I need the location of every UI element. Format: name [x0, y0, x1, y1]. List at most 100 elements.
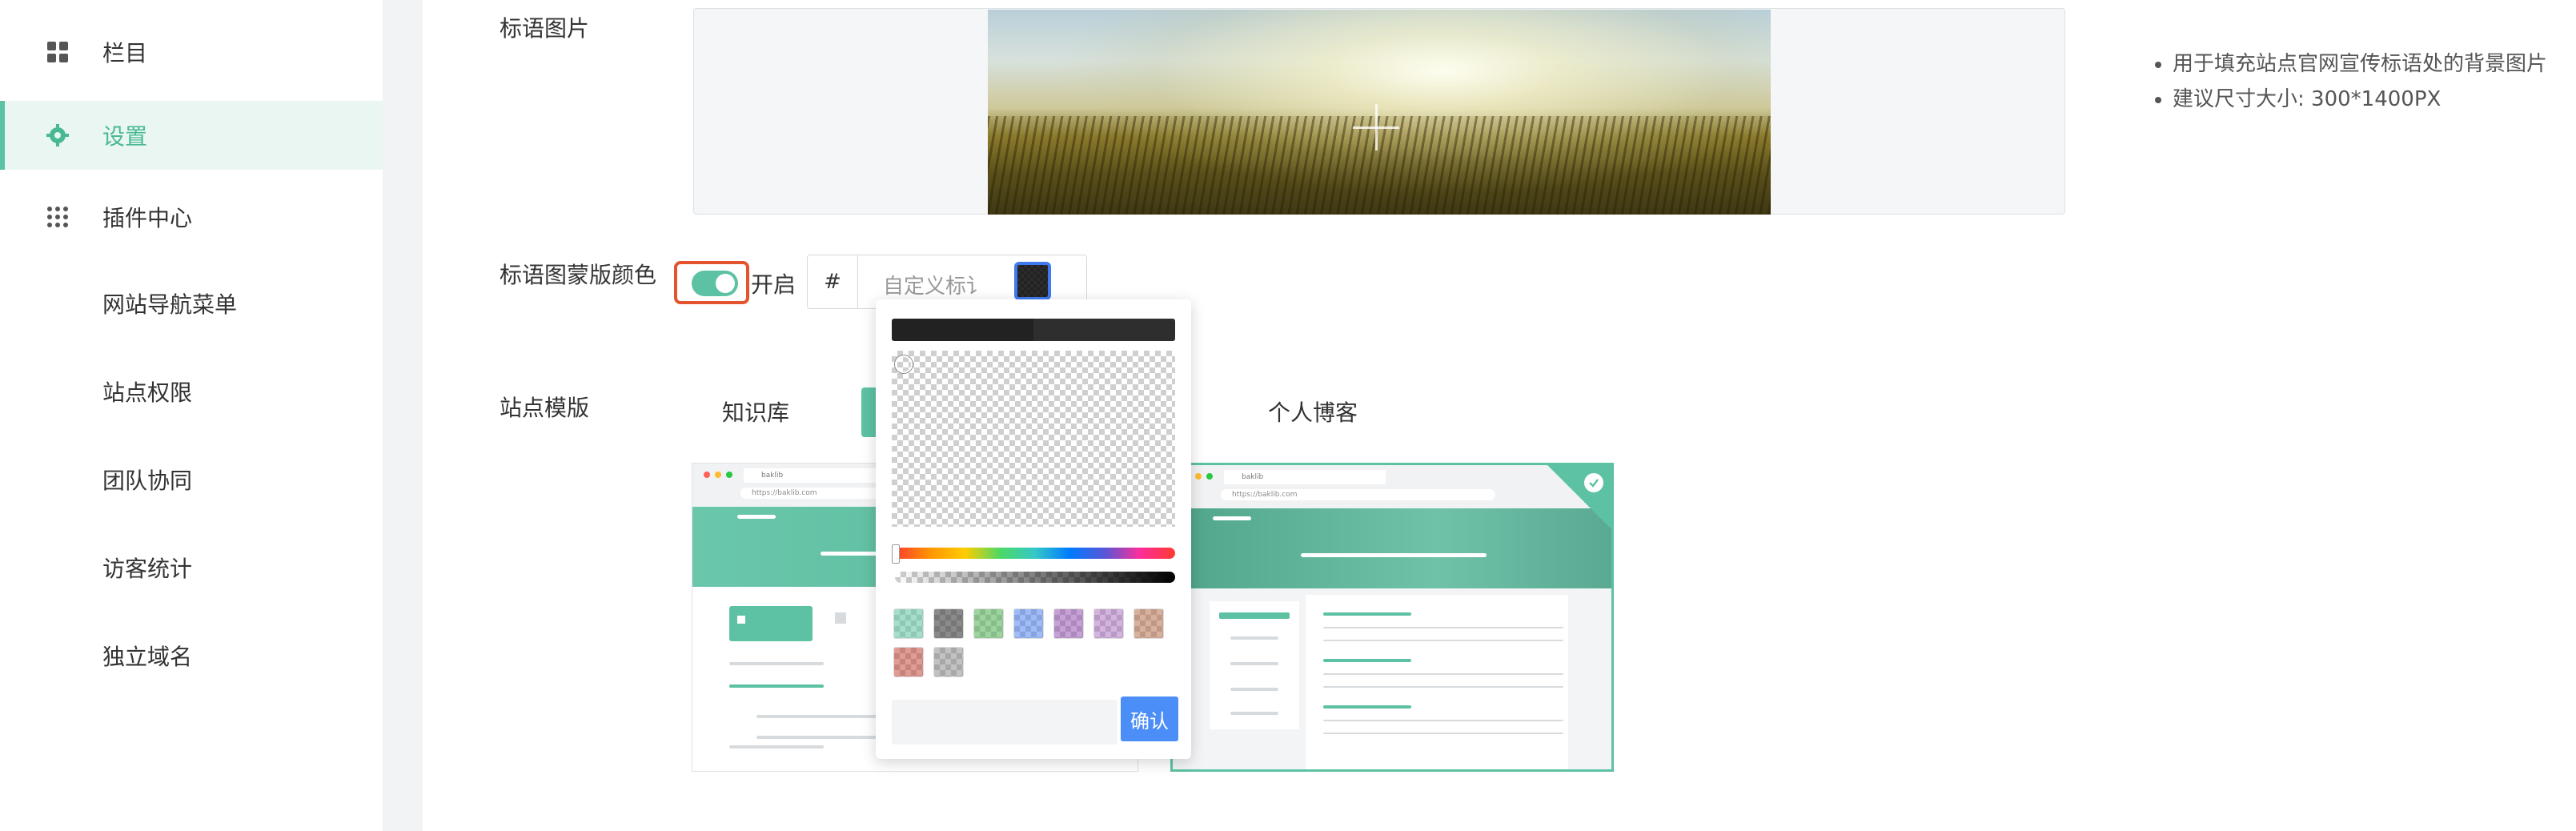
selected-corner [1547, 465, 1611, 529]
alpha-gradient [895, 572, 1175, 583]
preset-tint [894, 648, 923, 676]
tab-personal-blog[interactable]: 个人博客 [1268, 395, 1358, 428]
banner-image[interactable] [988, 10, 1771, 215]
preset-tint [1014, 609, 1043, 638]
preset-color[interactable] [1053, 608, 1084, 639]
sidebar-subitem-label: 网站导航菜单 [102, 291, 238, 318]
sidebar-subitem-analytics[interactable]: 访客统计 [0, 540, 383, 596]
placeholder-line [1323, 720, 1563, 721]
preset-tint [1134, 609, 1163, 638]
template-card-blog[interactable]: baklib https://baklib.com [1170, 463, 1614, 772]
preset-tint [894, 609, 923, 638]
preset-tint [1054, 609, 1083, 638]
placeholder-green-line [1323, 705, 1411, 709]
template-sidebar-panel [1210, 601, 1299, 729]
sidebar-item-label: 栏目 [102, 40, 148, 66]
saturation-value-area[interactable] [892, 351, 1175, 527]
browser-chrome: baklib https://baklib.com [1173, 465, 1611, 509]
maximize-dot-icon [726, 472, 732, 478]
grid-icon [46, 41, 69, 63]
sv-cursor-handle[interactable] [895, 355, 913, 373]
hash-prefix: # [808, 255, 858, 308]
sidebar-subitem-label: 团队协同 [102, 468, 193, 494]
placeholder-line [1323, 673, 1563, 675]
sidebar-subitem-label: 访客统计 [102, 556, 193, 582]
template-content-panel [1306, 595, 1568, 769]
tab-knowledge-base[interactable]: 知识库 [722, 395, 789, 428]
preset-tint [934, 609, 963, 638]
banner-tip: 用于填充站点官网宣传标语处的背景图片 [2173, 46, 2576, 82]
preset-color[interactable] [893, 647, 924, 677]
sidebar-subitem-team[interactable]: 团队协同 [0, 452, 383, 508]
preset-color[interactable] [893, 608, 924, 639]
hero-search-line [1301, 553, 1487, 557]
placeholder-line [1230, 662, 1278, 665]
nav-block-square-grey [835, 612, 846, 624]
banner-tips: 用于填充站点官网宣传标语处的背景图片 建议尺寸大小: 300*1400PX [2147, 46, 2576, 117]
current-color-preview [892, 319, 1175, 341]
preset-color[interactable] [1093, 608, 1124, 639]
mask-toggle[interactable] [692, 271, 738, 296]
confirm-button[interactable]: 确认 [1121, 697, 1178, 741]
banner-label: 标语图片 [500, 15, 590, 42]
sidebar: 栏目 设置 插件中心 网站导航菜单 站点权限 团队协同 访客统计 独立域名 [0, 0, 383, 831]
banner-tip: 建议尺寸大小: 300*1400PX [2173, 82, 2576, 117]
nav-block-square [737, 616, 745, 624]
current-color-new [1033, 319, 1175, 341]
mask-color-label: 标语图蒙版颜色 [500, 262, 657, 288]
preset-tint [934, 648, 963, 676]
sidebar-subitem-label: 站点权限 [102, 379, 193, 406]
current-color-old [892, 319, 1033, 341]
maximize-dot-icon [1206, 473, 1213, 480]
placeholder-line [1323, 640, 1563, 641]
mask-toggle-label: 开启 [751, 271, 796, 298]
browser-tab-name: baklib [1224, 470, 1386, 484]
close-dot-icon [704, 472, 710, 478]
preset-color[interactable] [973, 608, 1004, 639]
sidebar-subitem-permissions[interactable]: 站点权限 [0, 363, 383, 420]
preset-color[interactable] [933, 647, 964, 677]
placeholder-line [729, 662, 824, 665]
apps-icon [46, 206, 69, 228]
preset-color[interactable] [1134, 608, 1164, 639]
toggle-knob [716, 274, 735, 293]
color-input-placeholder: 自定义标讠 [883, 275, 988, 299]
hue-slider-thumb[interactable] [892, 544, 900, 564]
color-picker-popup: 确认 [876, 299, 1191, 759]
preset-color[interactable] [1013, 608, 1044, 639]
sidebar-subitem-label: 独立域名 [102, 644, 193, 670]
plus-icon [1353, 104, 1399, 151]
sidebar-subitem-domain[interactable]: 独立域名 [0, 628, 383, 684]
sidebar-item-label: 插件中心 [102, 205, 193, 231]
browser-url: https://baklib.com [1221, 489, 1495, 500]
picker-hex-input[interactable] [892, 700, 1117, 745]
placeholder-green-line [1323, 659, 1411, 662]
placeholder-line [1230, 636, 1278, 640]
alpha-slider[interactable] [895, 572, 1175, 583]
minimize-dot-icon [715, 472, 721, 478]
sidebar-item-settings[interactable]: 设置 [0, 101, 383, 170]
preset-tint [1094, 609, 1123, 638]
hue-slider[interactable] [895, 548, 1175, 559]
hero-logo-line [1213, 516, 1251, 520]
template-body [1173, 588, 1611, 769]
minimize-dot-icon [1195, 473, 1202, 480]
sidebar-item-columns[interactable]: 栏目 [0, 18, 383, 86]
sidebar-item-plugins[interactable]: 插件中心 [0, 183, 383, 251]
placeholder-line [1230, 712, 1278, 715]
hero-logo-line [737, 515, 776, 519]
placeholder-green-line [1219, 612, 1290, 619]
check-icon [1584, 473, 1603, 492]
placeholder-green-line [729, 684, 824, 688]
placeholder-line [729, 745, 824, 749]
gear-icon [46, 124, 69, 147]
template-nav-block [729, 606, 813, 641]
color-swatch-button[interactable] [1014, 262, 1051, 300]
sidebar-item-label: 设置 [102, 123, 148, 150]
placeholder-line [1323, 686, 1563, 688]
placeholder-line [1230, 688, 1278, 691]
preset-color[interactable] [933, 608, 964, 639]
preset-tint [974, 609, 1003, 638]
sidebar-subitem-nav-menu[interactable]: 网站导航菜单 [0, 275, 383, 331]
sidebar-divider [383, 0, 423, 831]
